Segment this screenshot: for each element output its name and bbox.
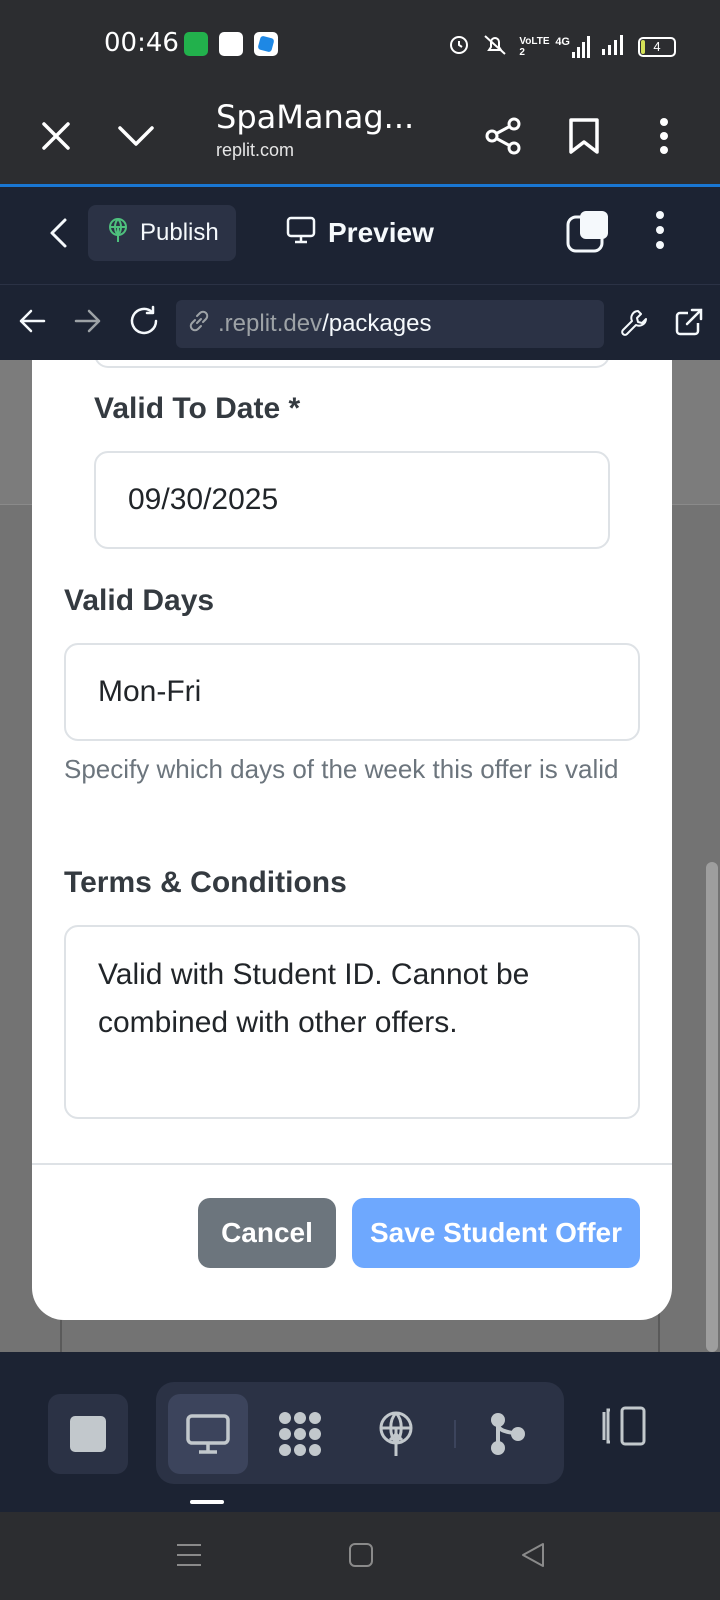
url-input[interactable]: .replit.dev/packages — [176, 300, 604, 348]
cancel-button[interactable]: Cancel — [198, 1198, 336, 1268]
dock-git-button[interactable] — [468, 1394, 548, 1474]
more-menu-button[interactable] — [634, 106, 694, 166]
tabs-switcher-button[interactable] — [566, 209, 614, 257]
valid-days-value: Mon-Fri — [98, 675, 202, 708]
share-button[interactable] — [474, 106, 534, 166]
reload-icon[interactable] — [128, 305, 160, 342]
replit-more-button[interactable] — [648, 211, 672, 259]
valid-days-label: Valid Days — [64, 584, 215, 617]
monitor-icon — [286, 216, 316, 251]
valid-to-date-label: Valid To Date * — [94, 392, 301, 425]
terms-label: Terms & Conditions — [64, 866, 347, 899]
valid-from-date-input[interactable] — [94, 360, 610, 368]
webview-content: Valid To Date * 09/30/2025 Valid Days Mo… — [0, 360, 720, 1352]
app-notification-icon-s — [219, 32, 243, 56]
back-chevron-button[interactable] — [38, 213, 78, 253]
page-domain: replit.com — [216, 140, 295, 160]
browser-toolbar: SpaManag... replit.com — [0, 88, 720, 186]
battery-icon: 4 — [638, 36, 676, 57]
tab-preview[interactable]: Preview — [286, 205, 434, 261]
active-indicator — [190, 1500, 224, 1504]
preview-label: Preview — [328, 217, 434, 248]
student-offer-modal: Valid To Date * 09/30/2025 Valid Days Mo… — [32, 360, 672, 1320]
panel-layout-icon — [602, 1406, 646, 1446]
valid-to-date-value: 09/30/2025 — [128, 483, 279, 516]
home-button[interactable] — [348, 1542, 374, 1573]
deploy-icon — [379, 1411, 413, 1456]
signal-icon — [602, 33, 628, 60]
monitor-icon — [186, 1414, 230, 1454]
signal-4g-icon: 4G — [555, 35, 592, 58]
url-path: /packages — [322, 310, 432, 337]
publish-icon — [106, 217, 130, 250]
bookmark-button[interactable] — [554, 106, 614, 166]
replit-toolbar: Publish Preview — [0, 187, 720, 285]
app-notification-icon-green — [184, 32, 208, 56]
dock-deploy-button[interactable] — [356, 1394, 436, 1474]
mute-icon — [481, 32, 509, 61]
stop-button[interactable] — [48, 1394, 128, 1474]
system-back-button[interactable] — [520, 1542, 546, 1573]
replit-bottom-dock — [0, 1352, 720, 1512]
system-navigation-bar — [0, 1512, 720, 1600]
status-time: 00:46 — [104, 28, 179, 58]
webview-url-bar: .replit.dev/packages — [0, 285, 720, 360]
app-notification-icon-blue — [254, 32, 278, 56]
valid-days-input[interactable]: Mon-Fri — [64, 643, 640, 741]
modal-footer-divider — [32, 1163, 672, 1165]
url-host: .replit.dev — [218, 310, 323, 337]
dock-tool-group — [156, 1382, 564, 1484]
terms-textarea[interactable]: Valid with Student ID. Cannot be combine… — [64, 925, 640, 1119]
close-tab-button[interactable] — [26, 106, 86, 166]
minimize-chevron-button[interactable] — [106, 106, 166, 166]
devtools-wrench-icon[interactable] — [620, 307, 650, 342]
alarm-icon — [447, 32, 471, 61]
home-square-icon — [349, 1543, 373, 1567]
stop-icon — [70, 1416, 106, 1452]
volte-icon: VoLTE 2 — [519, 35, 550, 58]
battery-level: 4 — [653, 39, 661, 54]
menu-lines-icon — [177, 1544, 201, 1566]
status-bar: 00:46 VoLTE 2 4G 4 — [0, 0, 720, 88]
link-icon — [186, 308, 212, 341]
dock-workflows-button[interactable] — [260, 1394, 340, 1474]
dock-separator — [454, 1420, 456, 1448]
workflows-icon — [279, 1412, 321, 1456]
nav-back-icon[interactable] — [18, 307, 46, 340]
back-triangle-icon — [522, 1543, 544, 1567]
dock-preview-button[interactable] — [168, 1394, 248, 1474]
publish-button[interactable]: Publish — [88, 205, 236, 261]
dock-layout-button[interactable] — [600, 1404, 660, 1464]
git-branch-icon — [491, 1413, 525, 1455]
scrollbar-thumb[interactable] — [706, 862, 718, 1352]
status-icons: VoLTE 2 4G 4 — [447, 32, 676, 61]
valid-days-help-text: Specify which days of the week this offe… — [64, 754, 619, 784]
nav-forward-icon[interactable] — [74, 307, 102, 340]
open-external-icon[interactable] — [674, 307, 704, 342]
save-student-offer-button[interactable]: Save Student Offer — [352, 1198, 640, 1268]
valid-to-date-input[interactable]: 09/30/2025 — [94, 451, 610, 549]
network-type-label: 4G — [555, 35, 570, 48]
recent-apps-button[interactable] — [176, 1542, 202, 1573]
publish-label: Publish — [140, 219, 219, 246]
page-title: SpaManag... — [216, 98, 415, 136]
